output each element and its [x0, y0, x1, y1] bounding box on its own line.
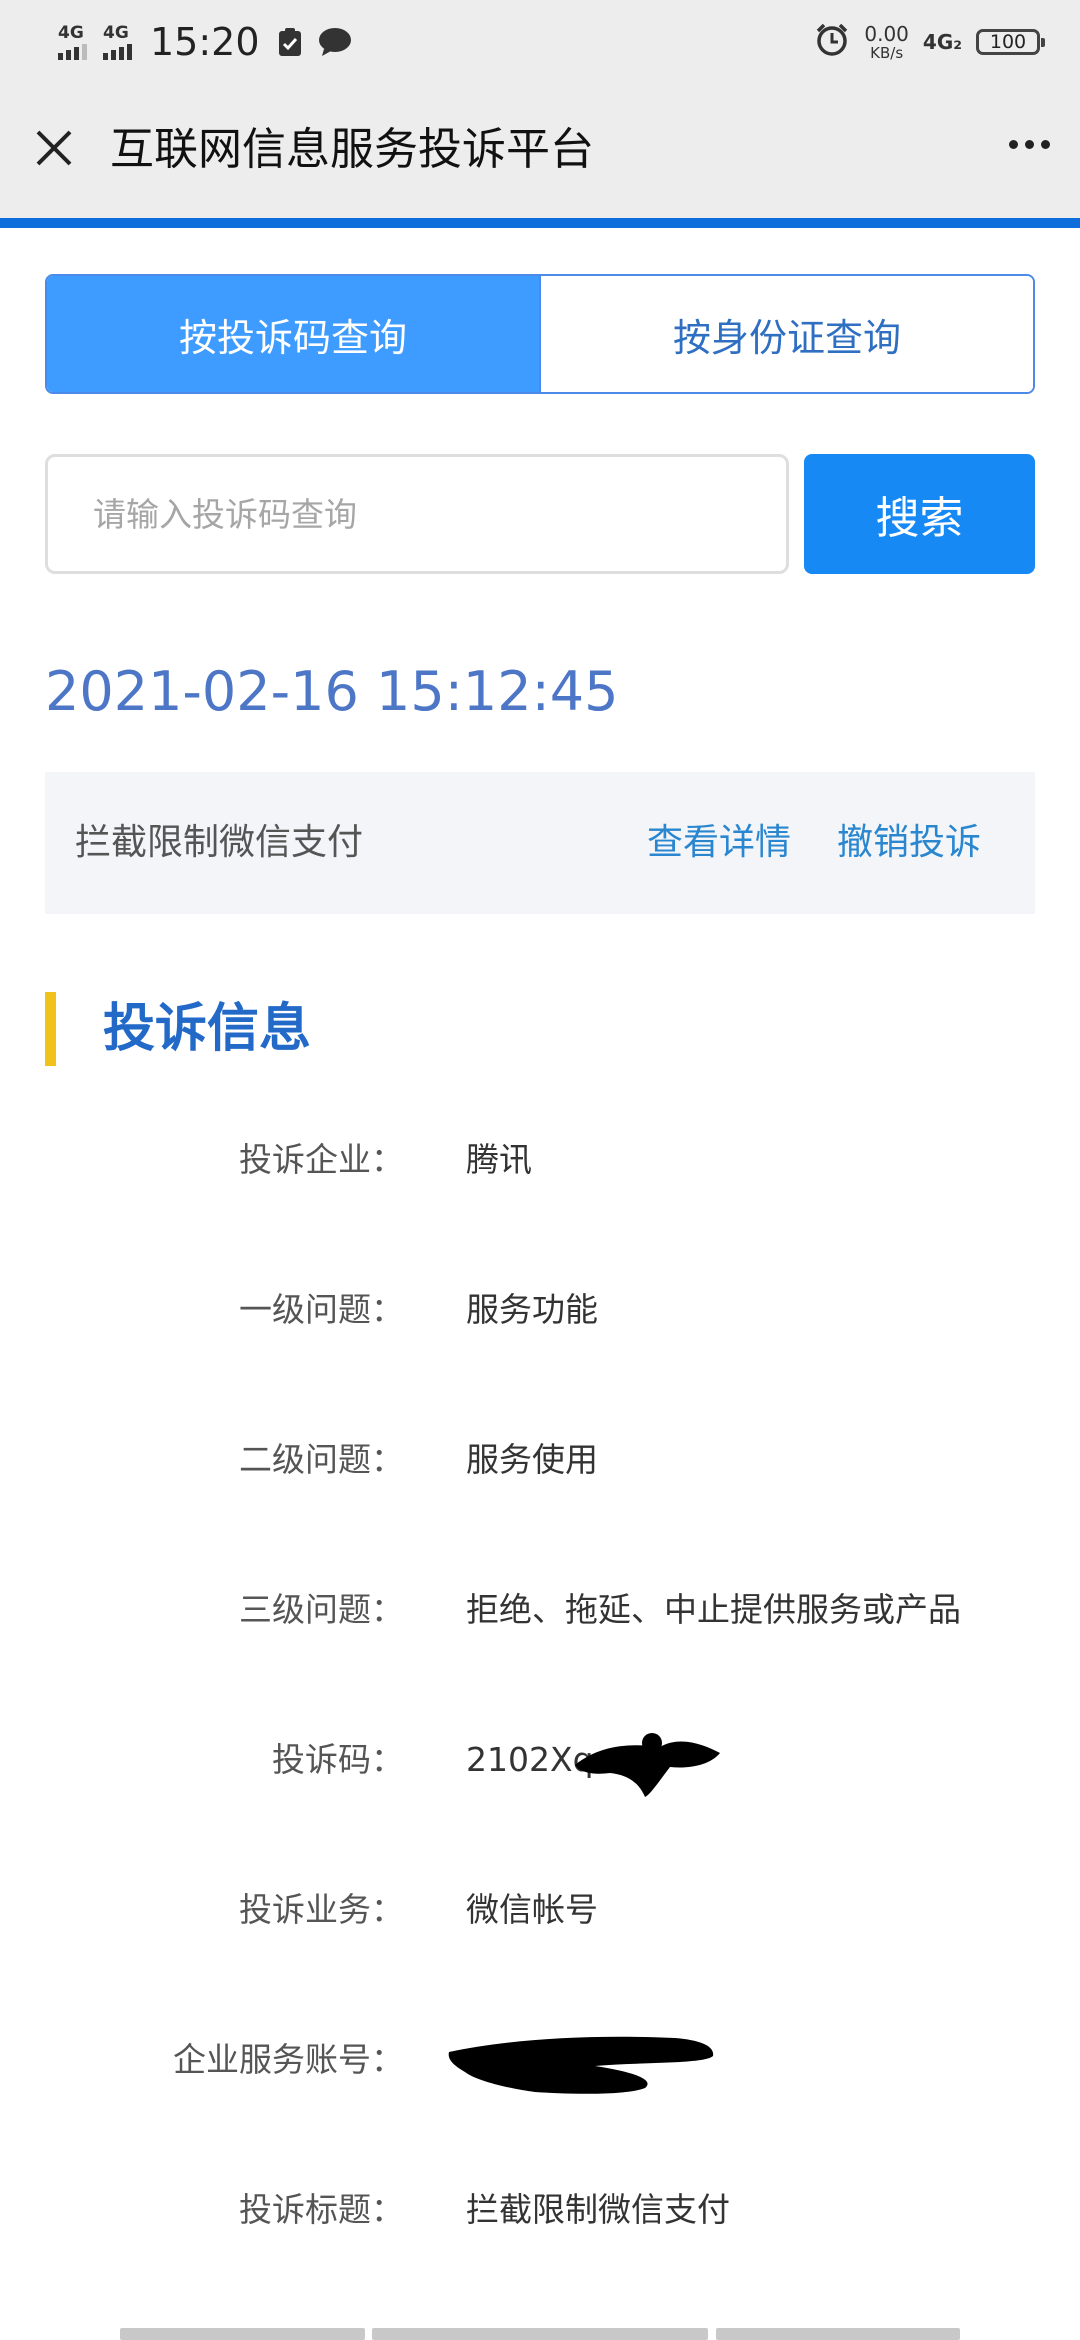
section-accent-bar: [45, 992, 56, 1066]
tab-query-by-id-card[interactable]: 按身份证查询: [539, 276, 1033, 392]
sim2-signal-icon: 4G: [103, 24, 132, 60]
redaction-scribble: [448, 2036, 714, 2094]
clipboard-check-icon: [278, 27, 302, 57]
record-datetime: 2021-02-16 15:12:45: [45, 660, 619, 723]
sim2-network-label: 4G: [103, 23, 129, 43]
more-options-icon[interactable]: [1009, 140, 1050, 149]
info-value: 微信帐号: [466, 1890, 598, 1929]
complaint-record-card: 拦截限制微信支付 查看详情 撤销投诉: [45, 772, 1035, 914]
info-row-complaint-code: 投诉码： 2102Xqv: [0, 1730, 1080, 1797]
app-header: 互联网信息服务投诉平台: [0, 84, 1080, 218]
network-type-label: 4G₂: [922, 30, 962, 54]
battery-level: 100: [989, 31, 1027, 53]
info-label: 投诉标题：: [239, 2190, 404, 2229]
info-row-enterprise-account: 企业服务账号：: [0, 2030, 1080, 2094]
info-row-business: 投诉业务： 微信帐号: [0, 1880, 1080, 1940]
sim1-signal-icon: 4G: [58, 24, 87, 60]
tab-query-by-code[interactable]: 按投诉码查询: [47, 276, 539, 392]
page-title: 互联网信息服务投诉平台: [110, 124, 594, 175]
bottom-bar: [0, 2328, 1080, 2340]
redaction-scribble: [575, 1733, 720, 1797]
alarm-clock-icon: [814, 22, 850, 62]
section-title: 投诉信息: [103, 999, 312, 1059]
info-label: 投诉码：: [272, 1740, 404, 1779]
info-label: 一级问题：: [239, 1290, 404, 1329]
query-mode-tabs: 按投诉码查询 按身份证查询: [45, 274, 1035, 394]
info-row-company: 投诉企业： 腾讯: [0, 1130, 1080, 1190]
page-load-progress-bar: [0, 218, 1080, 228]
info-row-level2-issue: 二级问题： 服务使用: [0, 1430, 1080, 1490]
view-details-link[interactable]: 查看详情: [647, 772, 791, 914]
info-row-complaint-title: 投诉标题： 拦截限制微信支付: [0, 2180, 1080, 2240]
speed-unit: KB/s: [870, 44, 904, 62]
info-value: 腾讯: [466, 1140, 532, 1179]
status-time: 15:20: [150, 20, 260, 64]
info-value: 服务功能: [466, 1290, 598, 1329]
info-row-level1-issue: 一级问题： 服务功能: [0, 1280, 1080, 1340]
status-bar: 4G 4G 15:20 0.00 KB/s 4G₂ 100: [0, 0, 1080, 84]
info-label: 二级问题：: [239, 1440, 404, 1479]
info-label: 投诉企业：: [239, 1140, 404, 1179]
close-icon[interactable]: [30, 124, 78, 172]
info-label: 投诉业务：: [239, 1890, 404, 1929]
record-title: 拦截限制微信支付: [75, 822, 364, 863]
battery-icon: 100: [976, 29, 1045, 55]
chat-bubble-icon: [318, 27, 352, 57]
info-row-level3-issue: 三级问题： 拒绝、拖延、中止提供服务或产品: [0, 1580, 1080, 1640]
info-value: 拒绝、拖延、中止提供服务或产品: [466, 1590, 961, 1629]
info-label: 三级问题：: [239, 1590, 404, 1629]
search-button[interactable]: 搜索: [804, 454, 1035, 574]
info-value: 服务使用: [466, 1440, 598, 1479]
withdraw-complaint-link[interactable]: 撤销投诉: [837, 772, 981, 914]
info-label: 企业服务账号：: [173, 2040, 404, 2079]
info-value: 拦截限制微信支付: [466, 2190, 730, 2229]
complaint-code-input[interactable]: [45, 454, 789, 574]
sim1-network-label: 4G: [58, 23, 84, 43]
network-speed: 0.00 KB/s: [864, 23, 909, 61]
speed-value: 0.00: [864, 22, 909, 46]
